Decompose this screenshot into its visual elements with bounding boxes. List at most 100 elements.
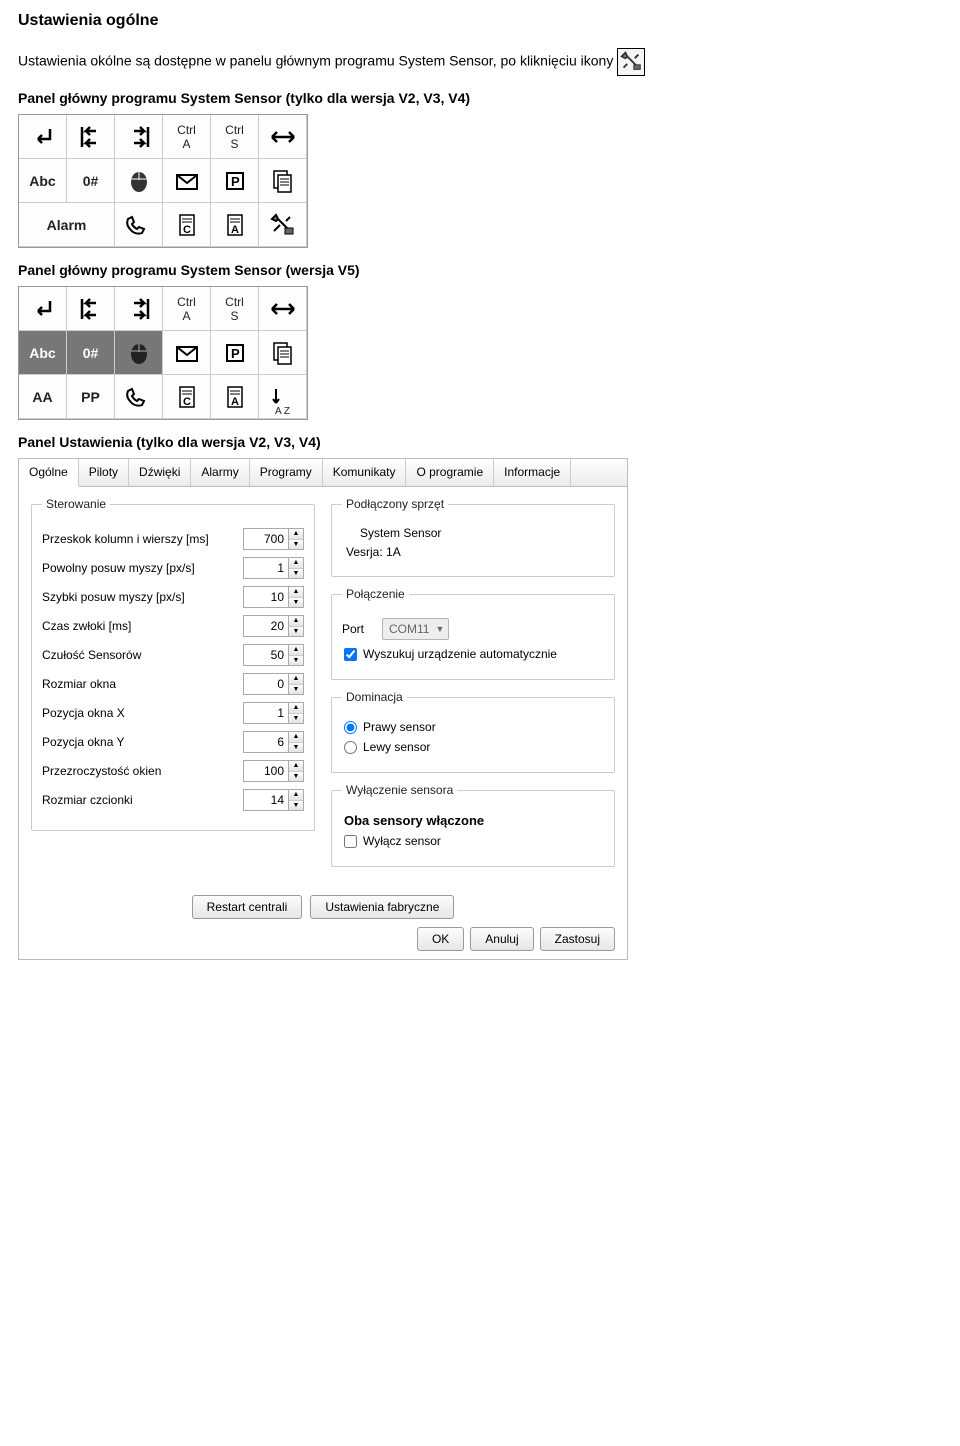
align-right-icon[interactable]	[115, 115, 163, 159]
document-c-icon[interactable]: C	[163, 203, 211, 247]
spinner-down-icon[interactable]: ▼	[289, 713, 303, 723]
document-a-icon[interactable]: A	[211, 203, 259, 247]
tab-ogolne[interactable]: Ogólne	[19, 459, 79, 487]
mail-icon[interactable]	[163, 159, 211, 203]
control-input[interactable]	[243, 789, 289, 811]
control-spinner[interactable]: ▲▼	[243, 731, 304, 753]
control-input[interactable]	[243, 731, 289, 753]
align-left-icon[interactable]	[67, 287, 115, 331]
factory-button[interactable]: Ustawienia fabryczne	[310, 895, 454, 919]
enter-icon[interactable]	[19, 287, 67, 331]
tab-dzwieki[interactable]: Dźwięki	[129, 459, 191, 486]
spinner-up-icon[interactable]: ▲	[289, 587, 303, 597]
disable-sensor-checkbox[interactable]	[344, 835, 357, 848]
abc-button[interactable]: Abc	[19, 331, 67, 375]
cancel-button[interactable]: Anuluj	[470, 927, 533, 951]
control-input[interactable]	[243, 760, 289, 782]
control-spinner[interactable]: ▲▼	[243, 673, 304, 695]
ctrl-a-button[interactable]: Ctrl A	[163, 287, 211, 331]
right-sensor-radio[interactable]	[344, 721, 357, 734]
pp-button[interactable]: PP	[67, 375, 115, 419]
spinner-up-icon[interactable]: ▲	[289, 732, 303, 742]
control-field-label: Powolny posuw myszy [px/s]	[42, 561, 243, 575]
control-spinner[interactable]: ▲▼	[243, 528, 304, 550]
control-spinner[interactable]: ▲▼	[243, 702, 304, 724]
spinner-down-icon[interactable]: ▼	[289, 800, 303, 810]
control-spinner[interactable]: ▲▼	[243, 615, 304, 637]
alarm-button[interactable]: Alarm	[19, 203, 115, 247]
sort-az-icon[interactable]: A Z	[259, 375, 307, 419]
ok-button[interactable]: OK	[417, 927, 464, 951]
control-input[interactable]	[243, 528, 289, 550]
p-box-icon[interactable]: P	[211, 159, 259, 203]
spinner-up-icon[interactable]: ▲	[289, 674, 303, 684]
tab-o-programie[interactable]: O programie	[406, 459, 494, 486]
spinner-down-icon[interactable]: ▼	[289, 568, 303, 578]
tools-icon[interactable]	[259, 203, 307, 247]
control-input[interactable]	[243, 644, 289, 666]
spinner-down-icon[interactable]: ▼	[289, 684, 303, 694]
enter-icon[interactable]	[19, 115, 67, 159]
left-sensor-radio[interactable]	[344, 741, 357, 754]
spinner-up-icon[interactable]: ▲	[289, 790, 303, 800]
tab-piloty[interactable]: Piloty	[79, 459, 129, 486]
control-spinner[interactable]: ▲▼	[243, 760, 304, 782]
tab-programy[interactable]: Programy	[250, 459, 323, 486]
spinner-up-icon[interactable]: ▲	[289, 558, 303, 568]
control-input[interactable]	[243, 702, 289, 724]
control-spinner[interactable]: ▲▼	[243, 644, 304, 666]
restart-button[interactable]: Restart centrali	[192, 895, 303, 919]
auto-search-checkbox[interactable]	[344, 648, 357, 661]
control-input[interactable]	[243, 673, 289, 695]
spinner-up-icon[interactable]: ▲	[289, 761, 303, 771]
ctrl-s-button[interactable]: Ctrl S	[211, 287, 259, 331]
spinner-up-icon[interactable]: ▲	[289, 703, 303, 713]
sterowanie-legend: Sterowanie	[42, 497, 110, 511]
copy-icon[interactable]	[259, 159, 307, 203]
control-input[interactable]	[243, 586, 289, 608]
mouse-icon[interactable]	[115, 159, 163, 203]
control-spinner[interactable]: ▲▼	[243, 557, 304, 579]
control-spinner[interactable]: ▲▼	[243, 789, 304, 811]
tab-komunikaty[interactable]: Komunikaty	[323, 459, 407, 486]
aa-button[interactable]: AA	[19, 375, 67, 419]
control-input[interactable]	[243, 557, 289, 579]
port-label: Port	[342, 622, 382, 636]
document-a-icon[interactable]: A	[211, 375, 259, 419]
control-field-row: Pozycja okna Y▲▼	[42, 731, 304, 753]
resize-horizontal-icon[interactable]	[259, 287, 307, 331]
spinner-up-icon[interactable]: ▲	[289, 616, 303, 626]
spinner-down-icon[interactable]: ▼	[289, 655, 303, 665]
abc-button[interactable]: Abc	[19, 159, 67, 203]
p-box-icon[interactable]: P	[211, 331, 259, 375]
control-spinner[interactable]: ▲▼	[243, 586, 304, 608]
document-c-icon[interactable]: C	[163, 375, 211, 419]
spinner-up-icon[interactable]: ▲	[289, 645, 303, 655]
zero-hash-button[interactable]: 0#	[67, 159, 115, 203]
spinner-down-icon[interactable]: ▼	[289, 771, 303, 781]
mouse-icon[interactable]	[115, 331, 163, 375]
align-left-icon[interactable]	[67, 115, 115, 159]
align-right-icon[interactable]	[115, 287, 163, 331]
control-field-label: Czas zwłoki [ms]	[42, 619, 243, 633]
spinner-down-icon[interactable]: ▼	[289, 626, 303, 636]
mail-icon[interactable]	[163, 331, 211, 375]
tab-informacje[interactable]: Informacje	[494, 459, 571, 486]
apply-button[interactable]: Zastosuj	[540, 927, 615, 951]
tab-alarmy[interactable]: Alarmy	[191, 459, 249, 486]
spinner-down-icon[interactable]: ▼	[289, 539, 303, 549]
svg-text:A: A	[231, 224, 239, 236]
control-field-label: Przeskok kolumn i wierszy [ms]	[42, 532, 243, 546]
phone-icon[interactable]	[115, 375, 163, 419]
spinner-down-icon[interactable]: ▼	[289, 742, 303, 752]
spinner-up-icon[interactable]: ▲	[289, 529, 303, 539]
control-input[interactable]	[243, 615, 289, 637]
port-combo[interactable]: COM11 ▼	[382, 618, 449, 640]
ctrl-a-button[interactable]: Ctrl A	[163, 115, 211, 159]
phone-icon[interactable]	[115, 203, 163, 247]
zero-hash-button[interactable]: 0#	[67, 331, 115, 375]
resize-horizontal-icon[interactable]	[259, 115, 307, 159]
copy-icon[interactable]	[259, 331, 307, 375]
spinner-down-icon[interactable]: ▼	[289, 597, 303, 607]
ctrl-s-button[interactable]: Ctrl S	[211, 115, 259, 159]
